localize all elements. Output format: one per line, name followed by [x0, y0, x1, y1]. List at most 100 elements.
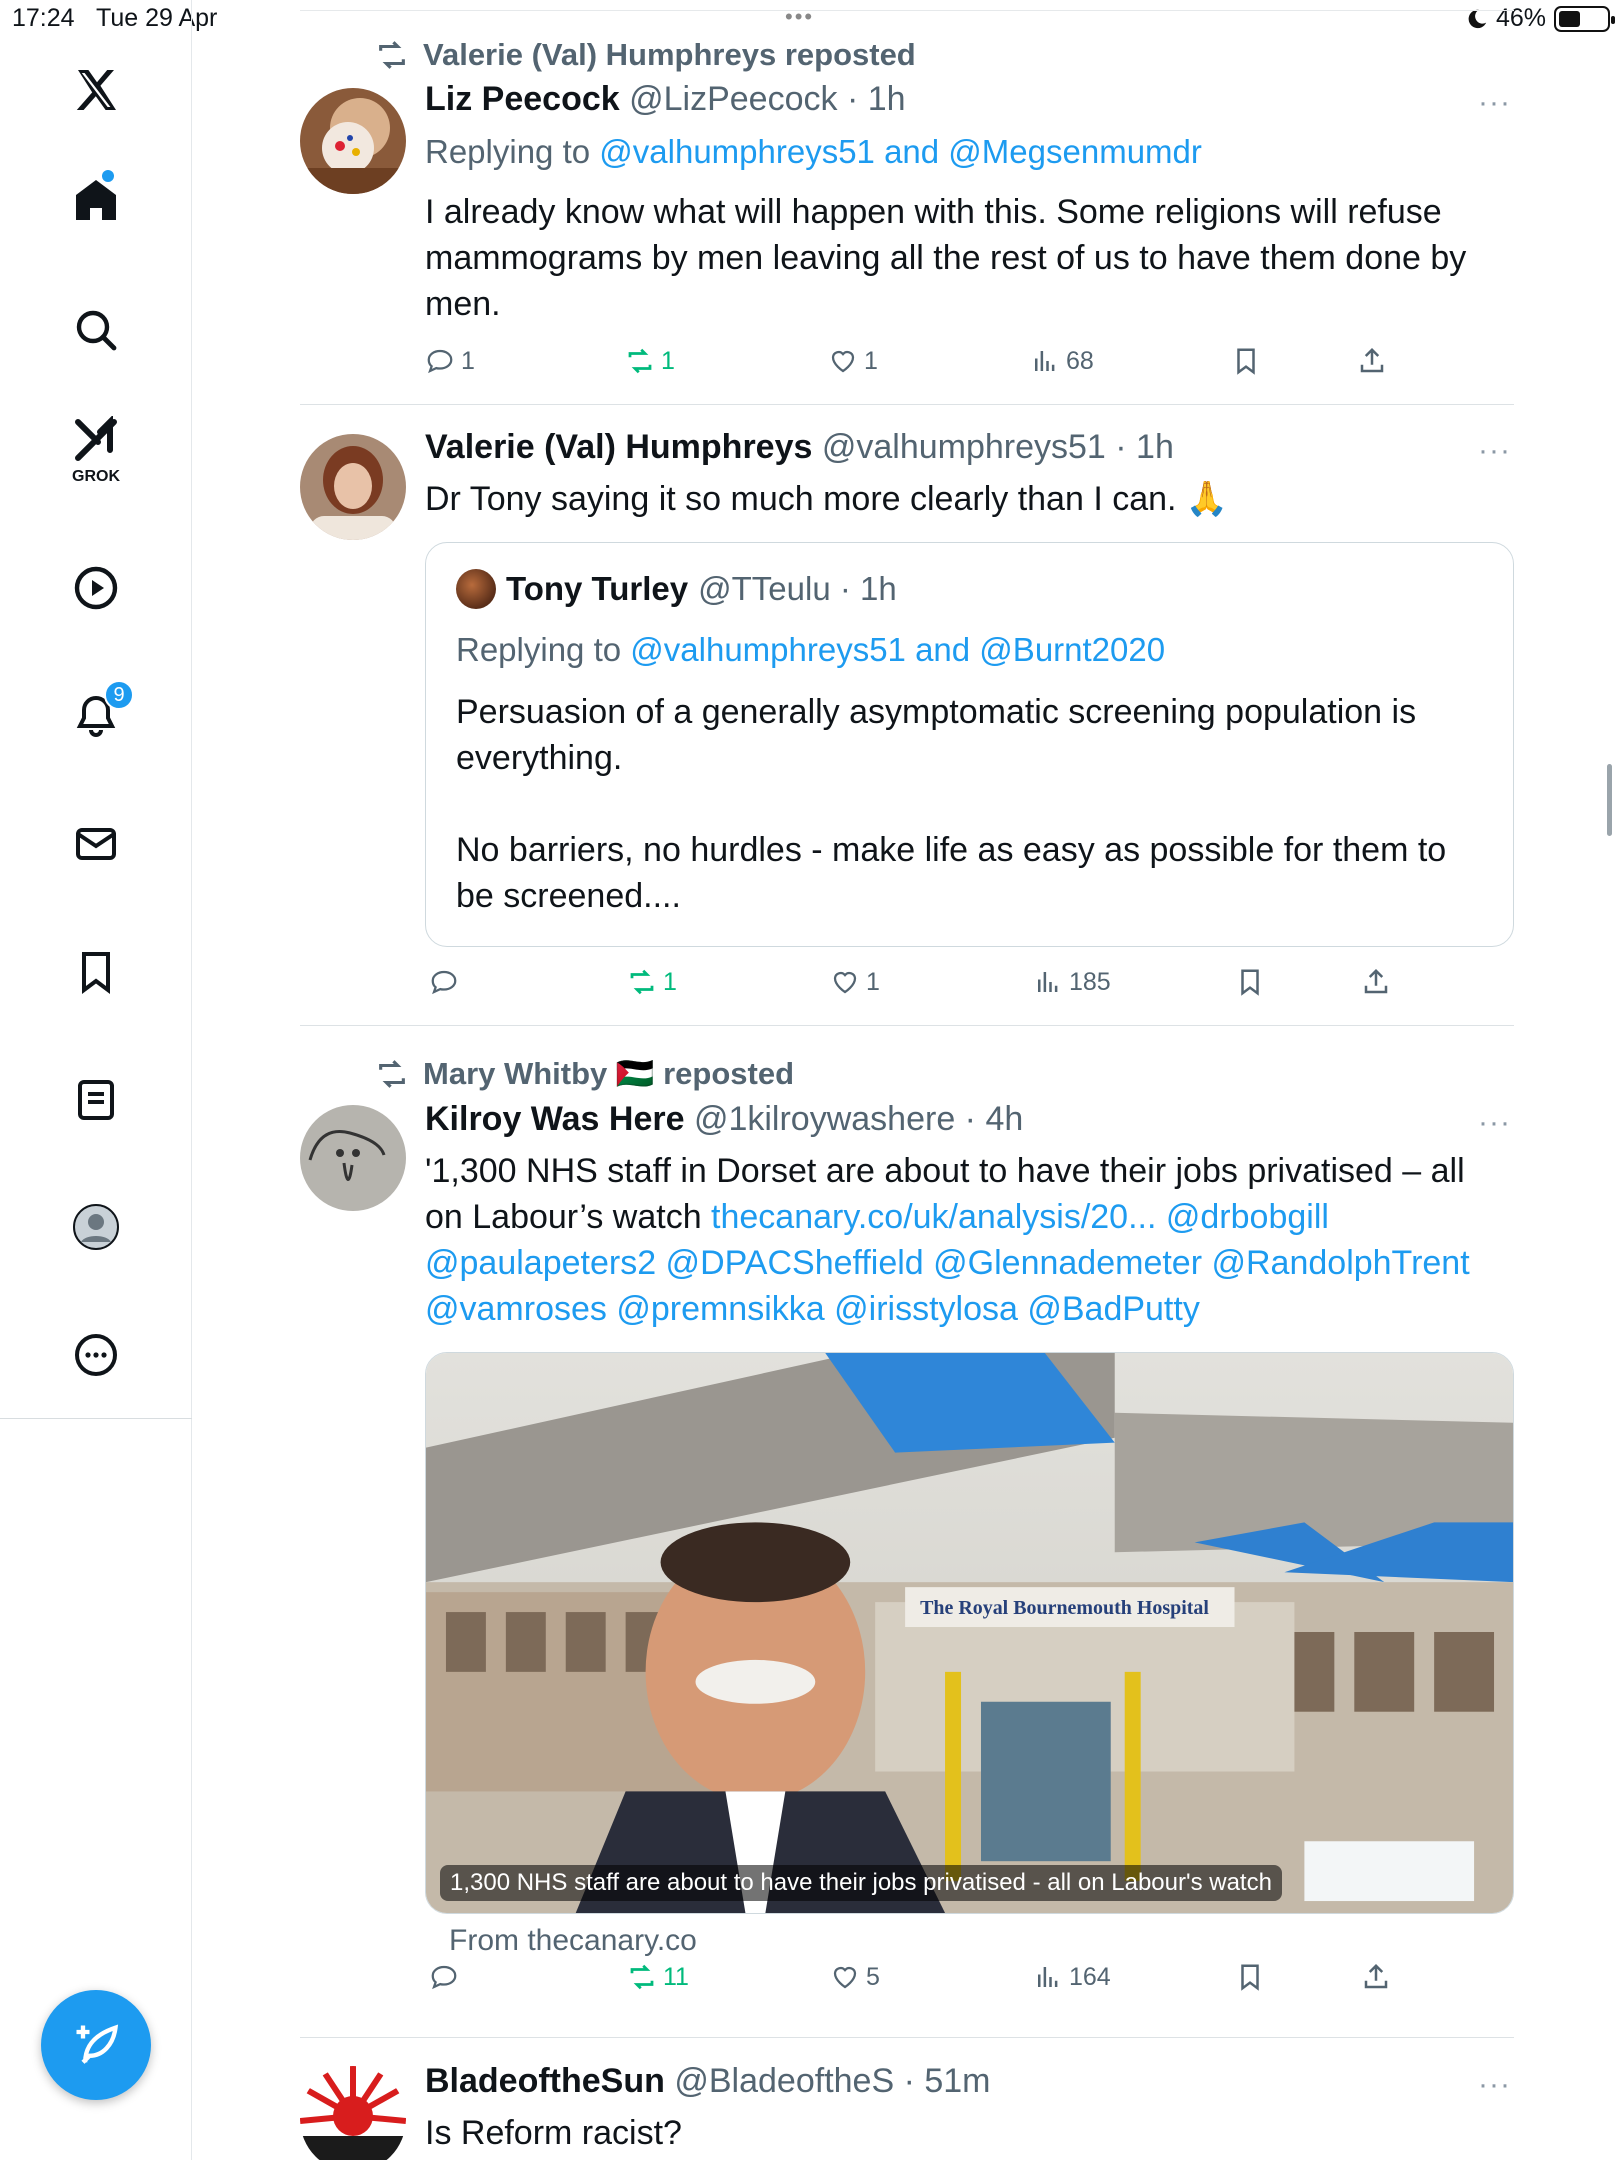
tweet-text: Dr Tony saying it so much more clearly t…	[425, 480, 1229, 518]
image-sign-text: The Royal Bournemouth Hospital	[920, 1597, 1209, 1619]
tweet-actions: 11 5 164	[425, 1962, 1388, 2002]
repost-context-label: Valerie (Val) Humphreys reposted	[423, 37, 916, 72]
views-icon	[1035, 351, 1055, 371]
share-button[interactable]	[1357, 346, 1387, 376]
bookmark-icon	[1237, 348, 1255, 375]
reply-button[interactable]: 1	[425, 346, 475, 376]
share-icon	[1364, 968, 1388, 994]
link-card-caption: 1,300 NHS staff are about to have their …	[440, 1865, 1282, 1901]
repost-count: 1	[661, 346, 675, 375]
share-button[interactable]	[1361, 967, 1391, 997]
home-icon	[76, 180, 116, 220]
author-meta[interactable]: @valhumphreys51 · 1h	[822, 428, 1174, 466]
view-count: 68	[1066, 346, 1094, 375]
author-meta[interactable]: @LizPeecock · 1h	[629, 80, 905, 118]
repost-context[interactable]: Mary Whitby 🇵🇸 reposted	[375, 1055, 794, 1092]
like-count: 5	[866, 1962, 880, 1991]
repost-icon	[630, 1964, 654, 1990]
lists-icon	[78, 1080, 114, 1120]
more-options-icon[interactable]: ···	[1478, 434, 1511, 468]
bookmark-button[interactable]	[1235, 1962, 1265, 1992]
views-button[interactable]: 68	[1030, 346, 1094, 376]
nav-bookmarks[interactable]	[56, 932, 136, 1012]
x-logo-icon[interactable]	[56, 50, 136, 130]
views-button[interactable]: 164	[1033, 1962, 1111, 1992]
reply-icon	[427, 349, 453, 374]
reply-context: Replying to @valhumphreys51 and @Megsenm…	[425, 133, 1202, 171]
author-name[interactable]: Kilroy Was Here	[425, 1100, 685, 1138]
view-count: 164	[1069, 1962, 1111, 1991]
repost-context[interactable]: Valerie (Val) Humphreys reposted	[375, 37, 916, 73]
reply-icon	[431, 1965, 457, 1990]
compose-button[interactable]	[41, 1990, 151, 2100]
heart-icon	[833, 1966, 857, 1989]
tweet-text: '1,300 NHS staff in Dorset are about to …	[425, 1148, 1505, 1332]
quote-author-name[interactable]: Tony Turley	[506, 570, 688, 608]
more-options-icon[interactable]: ···	[1478, 2068, 1511, 2102]
nav-more[interactable]	[56, 1315, 136, 1395]
bookmark-button[interactable]	[1231, 346, 1261, 376]
nav-search[interactable]	[56, 290, 136, 370]
avatar[interactable]	[300, 434, 406, 540]
status-right: 46%	[1466, 4, 1615, 33]
author-name[interactable]: BladeoftheSun	[425, 2062, 665, 2100]
quote-author-meta[interactable]: @TTeulu · 1h	[698, 570, 897, 608]
share-icon	[1364, 1963, 1388, 1989]
profile-icon	[73, 1204, 119, 1250]
quote-header[interactable]: Tony Turley @TTeulu · 1h	[456, 569, 897, 609]
tweet-header[interactable]: Kilroy Was Here @1kilroywashere · 4h	[425, 1100, 1023, 1139]
tweet-header[interactable]: Liz Peecock @LizPeecock · 1h	[425, 80, 906, 119]
battery-icon	[1554, 5, 1615, 32]
bookmark-icon	[1241, 1964, 1259, 1991]
bookmarks-icon	[82, 952, 110, 994]
avatar[interactable]	[300, 88, 406, 194]
nav-profile[interactable]	[56, 1187, 136, 1267]
nav-messages[interactable]	[56, 804, 136, 884]
like-button[interactable]: 1	[828, 346, 878, 376]
avatar[interactable]	[300, 2066, 406, 2160]
tweet-divider	[300, 1025, 1514, 1026]
quote-reply-context: Replying to @valhumphreys51 and @Burnt20…	[456, 631, 1165, 669]
nav-video[interactable]	[56, 548, 136, 628]
reply-count: 1	[461, 346, 475, 375]
share-button[interactable]	[1361, 1962, 1391, 1992]
bookmark-button[interactable]	[1235, 967, 1265, 997]
scrollbar[interactable]	[1607, 764, 1612, 836]
reply-button[interactable]	[429, 967, 465, 997]
like-button[interactable]: 1	[830, 967, 880, 997]
link-source[interactable]: From thecanary.co	[449, 1924, 697, 1958]
author-name[interactable]: Liz Peecock	[425, 80, 620, 118]
reply-button[interactable]	[429, 1962, 465, 1992]
more-options-icon[interactable]: ···	[1478, 1106, 1511, 1140]
author-meta[interactable]: @BladeoftheS · 51m	[674, 2062, 990, 2100]
repost-icon	[630, 969, 654, 995]
reply-mentions[interactable]: @valhumphreys51 and @Burnt2020	[630, 631, 1165, 668]
multitasking-dots-icon[interactable]: •••	[785, 4, 814, 30]
reply-mentions[interactable]: @valhumphreys51 and @Megsenmumdr	[599, 133, 1202, 170]
repost-icon	[379, 1059, 405, 1088]
grok-label: GROK	[72, 468, 120, 485]
nav-grok[interactable]: GROK	[56, 410, 136, 490]
nav-notifications[interactable]: 9	[56, 676, 136, 756]
quoted-tweet[interactable]: Tony Turley @TTeulu · 1h Replying to @va…	[425, 542, 1514, 947]
like-button[interactable]: 5	[830, 1962, 880, 1992]
author-name[interactable]: Valerie (Val) Humphreys	[425, 428, 812, 466]
quote-paragraph: No barriers, no hurdles - make life as e…	[456, 831, 1447, 915]
author-meta[interactable]: @1kilroywashere · 4h	[694, 1100, 1023, 1138]
link-card-image[interactable]: The Royal Bournemouth Hospital 1,300 NHS…	[425, 1352, 1514, 1914]
tweet-header[interactable]: Valerie (Val) Humphreys @valhumphreys51 …	[425, 428, 1174, 467]
tweet-header[interactable]: BladeoftheSun @BladeoftheS · 51m	[425, 2062, 991, 2101]
views-button[interactable]: 185	[1033, 967, 1111, 997]
more-options-icon[interactable]: ···	[1478, 86, 1511, 120]
nav-home[interactable]	[56, 160, 136, 240]
repost-icon	[628, 348, 652, 374]
avatar[interactable]	[300, 1105, 406, 1211]
repost-button[interactable]: 11	[627, 1962, 689, 1992]
notification-badge: 9	[104, 680, 134, 710]
repost-button[interactable]: 1	[625, 346, 675, 376]
repost-button[interactable]: 1	[627, 967, 677, 997]
avatar[interactable]	[456, 569, 496, 609]
nav-lists[interactable]	[56, 1060, 136, 1140]
search-icon	[76, 310, 117, 351]
repost-icon	[379, 41, 405, 69]
